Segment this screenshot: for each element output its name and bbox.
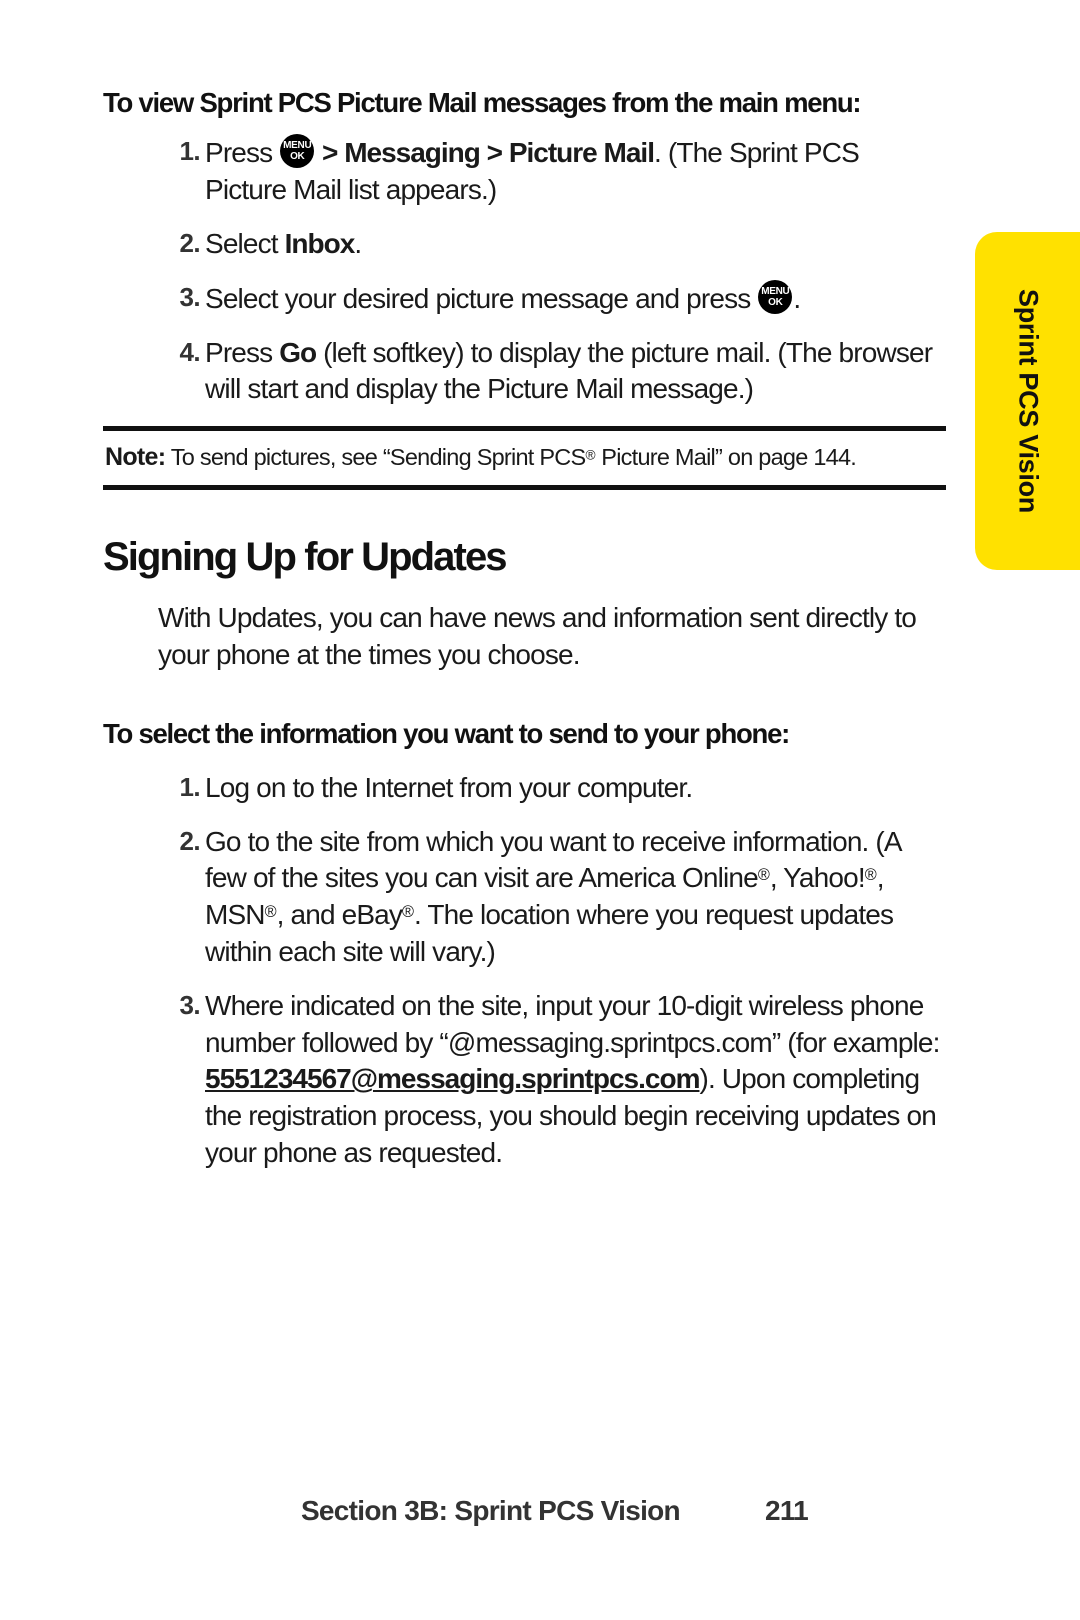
note-text-part-1: To send pictures, see “Sending Sprint PC…: [165, 444, 586, 471]
menu-ok-key-icon: MENU OK: [280, 134, 315, 169]
step-number: 2.: [179, 227, 201, 258]
step-text-before: Press: [205, 336, 280, 368]
step-text: Log on to the Internet from your compute…: [205, 771, 693, 803]
manual-page: Sprint PCS Vision To view Sprint PCS Pic…: [0, 0, 1080, 1620]
list-item: 4. Press Go (left softkey) to display the…: [103, 335, 946, 409]
menu-ok-key-top-label: MENU: [761, 285, 790, 297]
example-email-address: 5551234567@messaging.sprintpcs.com: [205, 1063, 700, 1095]
section-side-tab: Sprint PCS Vision: [975, 232, 1080, 570]
step-number: 1.: [179, 136, 201, 167]
step-number: 1.: [179, 771, 201, 802]
note-callout: Note: To send pictures, see “Sending Spr…: [103, 426, 946, 491]
list-item: 3. Where indicated on the site, input you…: [103, 988, 946, 1172]
menu-ok-key-top-label: MENU: [283, 140, 312, 152]
step-nav-separator-1: >: [315, 137, 345, 169]
list-item: 2. Go to the site from which you want to …: [103, 824, 946, 971]
footer-page-number: 211: [764, 1495, 809, 1526]
registered-mark-icon: ®: [864, 866, 877, 885]
step-bold-go: Go: [279, 336, 317, 368]
list-item: 1. Log on to the Internet from your compu…: [103, 770, 946, 807]
footer-section-title: Section 3B: Sprint PCS Vision: [300, 1495, 681, 1526]
step-number: 4.: [179, 336, 201, 367]
list-item: 2. Select Inbox.: [103, 226, 946, 263]
procedure-steps-select-information: 1. Log on to the Internet from your compu…: [103, 770, 946, 1172]
note-text: Note: To send pictures, see “Sending Spr…: [103, 431, 946, 485]
step-text-part-4: , and eBay: [276, 899, 403, 931]
procedure-steps-view-picture-mail: 1. Press MENU OK > Messaging > Picture Mai…: [103, 134, 946, 408]
list-item: 1. Press MENU OK > Messaging > Picture Mai…: [103, 134, 946, 209]
step-nav-separator-2: >: [479, 137, 509, 169]
step-number: 3.: [179, 281, 201, 312]
section-side-tab-label: Sprint PCS Vision: [1013, 289, 1043, 513]
step-text-before: Select your desired picture message and …: [205, 282, 758, 314]
step-text-before: Select: [205, 227, 285, 259]
menu-ok-key-icon: MENU OK: [758, 279, 793, 314]
menu-ok-key-bottom-label: OK: [768, 296, 783, 308]
page-content: To view Sprint PCS Picture Mail messages…: [103, 87, 946, 1172]
registered-mark-icon: ®: [757, 866, 770, 885]
step-text-part-1: Where indicated on the site, input your …: [205, 989, 940, 1058]
note-text-part-2: Picture Mail” on page 144.: [595, 444, 857, 471]
step-number: 3.: [179, 989, 201, 1020]
section-intro-paragraph: With Updates, you can have news and info…: [158, 602, 917, 670]
step-text-after: .: [354, 227, 362, 259]
registered-mark-icon: ®: [585, 447, 596, 463]
registered-mark-icon: ®: [264, 903, 277, 922]
registered-mark-icon: ®: [402, 903, 414, 922]
procedure-heading-select-information: To select the information you want to se…: [103, 718, 790, 750]
note-label: Note:: [105, 443, 166, 472]
step-bold-inbox: Inbox: [284, 227, 356, 259]
step-number: 2.: [179, 825, 201, 856]
step-text-before-key: Press: [205, 137, 280, 169]
step-bold-picture-mail: Picture Mail: [508, 137, 655, 169]
page-title: Signing Up for Updates: [103, 535, 508, 580]
procedure-heading-view-picture-mail: To view Sprint PCS Picture Mail messages…: [103, 87, 862, 118]
step-bold-messaging: Messaging: [344, 137, 481, 169]
list-item: 3. Select your desired picture message an…: [103, 279, 946, 318]
step-text-part-2: , Yahoo!: [769, 862, 866, 894]
page-footer: Section 3B: Sprint PCS Vision 211: [103, 1495, 1006, 1527]
menu-ok-key-bottom-label: OK: [290, 151, 305, 163]
step-text-after: .: [793, 282, 801, 314]
